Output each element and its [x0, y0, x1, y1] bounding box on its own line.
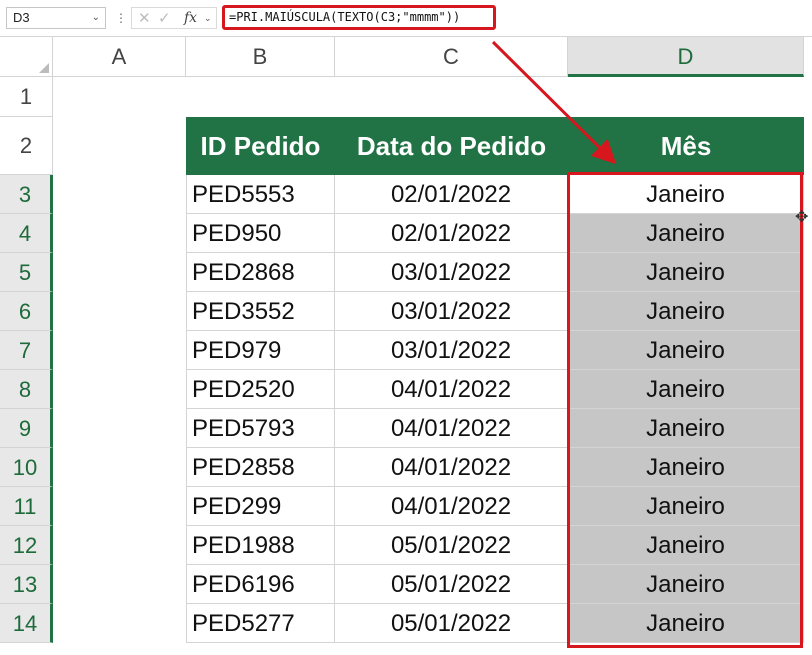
move-cursor-icon: ✥ [795, 209, 809, 226]
cell-data-do-pedido[interactable]: 04/01/2022 [335, 370, 568, 409]
cell-mes[interactable]: Janeiro [568, 409, 804, 448]
cell-mes[interactable]: Janeiro [568, 370, 804, 409]
cell-id-pedido[interactable]: PED5793 [186, 409, 335, 448]
cell-mes[interactable]: Janeiro [568, 448, 804, 487]
cell-id-pedido[interactable]: PED2858 [186, 448, 335, 487]
cell-id-pedido[interactable]: PED979 [186, 331, 335, 370]
cell-data-do-pedido[interactable]: 03/01/2022 [335, 331, 568, 370]
cell-id-pedido[interactable]: PED2868 [186, 253, 335, 292]
cell-id-pedido[interactable]: PED6196 [186, 565, 335, 604]
row-header-6[interactable]: 6 [0, 292, 53, 331]
confirm-icon[interactable]: ✓ [158, 9, 171, 27]
cell-mes[interactable]: Janeiro [568, 487, 804, 526]
cell-mes[interactable]: Janeiro [568, 526, 804, 565]
cell-mes[interactable]: Janeiro [568, 292, 804, 331]
function-icon[interactable]: fx [184, 10, 197, 26]
row-header-9[interactable]: 9 [0, 409, 53, 448]
name-box-value: D3 [13, 10, 30, 25]
separator-dots-icon: ⋮ [115, 11, 127, 25]
cell-data-do-pedido[interactable]: 02/01/2022 [335, 175, 568, 214]
formula-bar: D3 ⌄ ⋮ ✕ ✓ fx ⌄ =PRI.MAIÚSCULA(TEXTO(C3;… [0, 0, 812, 37]
cell-data-do-pedido[interactable]: 05/01/2022 [335, 565, 568, 604]
row-header-7[interactable]: 7 [0, 331, 53, 370]
row-header-8[interactable]: 8 [0, 370, 53, 409]
row-header-10[interactable]: 10 [0, 448, 53, 487]
row-header-2[interactable]: 2 [0, 117, 53, 175]
cell-mes[interactable]: Janeiro [568, 214, 804, 253]
spreadsheet-grid: ID Pedido Data do Pedido Mês PED5553 02/0… [53, 77, 812, 655]
cell-data-do-pedido[interactable]: 04/01/2022 [335, 409, 568, 448]
cell-id-pedido[interactable]: PED3552 [186, 292, 335, 331]
cell-data-do-pedido[interactable]: 02/01/2022 [335, 214, 568, 253]
column-headers: A B C D [0, 37, 812, 77]
cell-data-do-pedido[interactable]: 05/01/2022 [335, 604, 568, 643]
cell-id-pedido[interactable]: PED1988 [186, 526, 335, 565]
cell-id-pedido[interactable]: PED2520 [186, 370, 335, 409]
cell-id-pedido[interactable]: PED950 [186, 214, 335, 253]
row-header-4[interactable]: 4 [0, 214, 53, 253]
cell-id-pedido[interactable]: PED299 [186, 487, 335, 526]
formula-input[interactable]: =PRI.MAIÚSCULA(TEXTO(C3;"mmmm")) [222, 5, 496, 30]
row-header-13[interactable]: 13 [0, 565, 53, 604]
formula-controls: ✕ ✓ fx ⌄ [131, 7, 217, 29]
row-header-14[interactable]: 14 [0, 604, 53, 643]
cell-data-do-pedido[interactable]: 04/01/2022 [335, 487, 568, 526]
header-cell-mes[interactable]: Mês [568, 117, 804, 175]
cell-data-do-pedido[interactable]: 03/01/2022 [335, 292, 568, 331]
dropdown-icon[interactable]: ⌄ [92, 8, 100, 28]
row-header-12[interactable]: 12 [0, 526, 53, 565]
cell-mes[interactable]: Janeiro [568, 253, 804, 292]
chevron-down-icon[interactable]: ⌄ [204, 13, 212, 24]
cell-mes[interactable]: Janeiro [568, 175, 804, 214]
column-header-b[interactable]: B [186, 37, 335, 77]
cell-data-do-pedido[interactable]: 03/01/2022 [335, 253, 568, 292]
column-header-c[interactable]: C [335, 37, 568, 77]
cell-mes[interactable]: Janeiro [568, 565, 804, 604]
cell-id-pedido[interactable]: PED5277 [186, 604, 335, 643]
row-header-3[interactable]: 3 [0, 175, 53, 214]
column-header-a[interactable]: A [53, 37, 186, 77]
select-all-corner[interactable] [0, 37, 53, 77]
cell-data-do-pedido[interactable]: 04/01/2022 [335, 448, 568, 487]
cell-mes[interactable]: Janeiro [568, 331, 804, 370]
cell-mes[interactable]: Janeiro [568, 604, 804, 643]
row-header-1[interactable]: 1 [0, 77, 53, 117]
row-header-11[interactable]: 11 [0, 487, 53, 526]
header-cell-data-do-pedido[interactable]: Data do Pedido [335, 117, 568, 175]
cancel-icon[interactable]: ✕ [138, 9, 151, 27]
cell-id-pedido[interactable]: PED5553 [186, 175, 335, 214]
column-header-d[interactable]: D [568, 37, 804, 77]
row-header-5[interactable]: 5 [0, 253, 53, 292]
cell-data-do-pedido[interactable]: 05/01/2022 [335, 526, 568, 565]
header-cell-id-pedido[interactable]: ID Pedido [186, 117, 335, 175]
name-box[interactable]: D3 ⌄ [6, 7, 106, 29]
